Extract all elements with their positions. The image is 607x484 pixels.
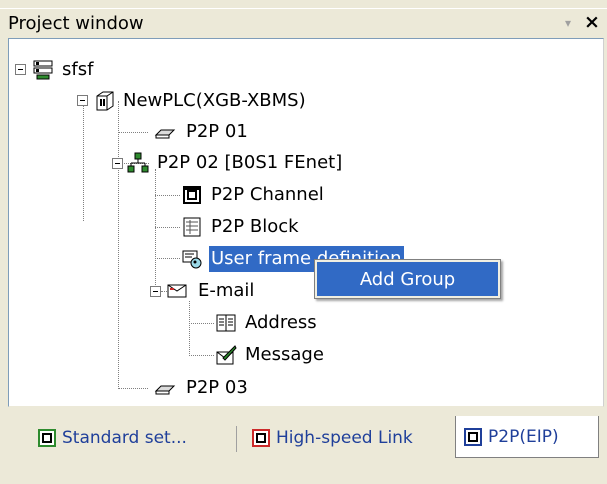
tree-node-p2p-block[interactable]: P2P Block [181, 213, 301, 241]
tree-node-p2p-channel[interactable]: P2P Channel [181, 181, 326, 209]
tree-node-p2p-02[interactable]: P2P 02 [B0S1 FEnet] [127, 149, 344, 177]
tree-line [189, 323, 214, 324]
tree-node-label: P2P Channel [211, 184, 324, 205]
tree-line [83, 101, 84, 221]
collapse-toggle[interactable] [150, 286, 161, 297]
tab-divider [236, 426, 237, 452]
context-menu: Add Group [314, 259, 501, 299]
tree-node-label: NewPLC(XGB-XBMS) [123, 90, 306, 111]
tree-node-label: E-mail [198, 280, 255, 301]
standard-settings-icon [38, 429, 56, 447]
bottom-tab-strip: Standard set... High-speed Link P2P(EIP) [8, 416, 607, 460]
tree-node-email[interactable]: E-mail [164, 277, 256, 305]
tree-line [155, 195, 180, 196]
tree-node-plc[interactable]: NewPLC(XGB-XBMS) [93, 87, 308, 115]
collapse-toggle[interactable] [15, 64, 26, 75]
tree-line [118, 388, 148, 389]
p2p-module-icon [154, 129, 176, 139]
menu-item-label: Add Group [359, 268, 456, 290]
pin-dropdown-icon[interactable]: ▾ [565, 16, 571, 30]
tree-line [118, 132, 148, 133]
tree-node-label: Message [245, 344, 324, 365]
tree-node-label: P2P 02 [B0S1 FEnet] [157, 152, 343, 173]
address-book-icon [216, 314, 236, 332]
tree-node-label: P2P 01 [186, 121, 248, 142]
collapse-toggle[interactable] [112, 158, 123, 169]
tab-label: High-speed Link [276, 428, 413, 448]
tree-line [155, 227, 180, 228]
tree-node-message[interactable]: Message [215, 341, 326, 369]
tab-label: P2P(EIP) [488, 426, 559, 447]
email-icon [167, 284, 187, 298]
plc-icon [96, 91, 114, 111]
tree-node-p2p-01[interactable]: P2P 01 [150, 118, 250, 146]
tab-standard-settings[interactable]: Standard set... [38, 418, 234, 458]
p2p-eip-icon [464, 427, 482, 446]
tab-p2p-eip[interactable]: P2P(EIP) [455, 416, 599, 458]
project-icon [33, 60, 53, 80]
tree-line [189, 355, 214, 356]
message-icon [216, 345, 237, 365]
tree-line [189, 301, 190, 356]
network-icon [127, 152, 149, 173]
tree-line [118, 101, 119, 389]
window-title: Project window [8, 13, 144, 34]
user-frame-icon [182, 250, 202, 269]
tree-line [155, 258, 180, 259]
p2p-channel-icon [183, 186, 201, 204]
tree-line [155, 169, 156, 293]
tab-label: Standard set... [62, 428, 187, 448]
tab-high-speed-link[interactable]: High-speed Link [252, 418, 442, 458]
tree-node-address[interactable]: Address [215, 309, 319, 337]
p2p-module-icon [154, 385, 176, 395]
project-window-titlebar: Project window ▾ × [0, 8, 607, 39]
close-icon[interactable]: × [584, 11, 600, 33]
add-group-menu-item[interactable]: Add Group [317, 262, 498, 296]
high-speed-link-icon [252, 429, 270, 447]
project-tree: sfsf NewPLC(XGB-XBMS) P2P 01 P2P 02 [B0S… [8, 38, 604, 407]
tree-node-label: Address [245, 312, 317, 333]
tree-node-project[interactable]: sfsf [32, 56, 95, 84]
collapse-toggle[interactable] [77, 95, 88, 106]
p2p-block-icon [183, 217, 201, 237]
tree-node-p2p-03[interactable]: P2P 03 [150, 374, 250, 402]
tree-node-label: P2P Block [211, 216, 299, 237]
tree-node-label: P2P 03 [186, 377, 248, 398]
tree-node-label: sfsf [62, 59, 94, 80]
